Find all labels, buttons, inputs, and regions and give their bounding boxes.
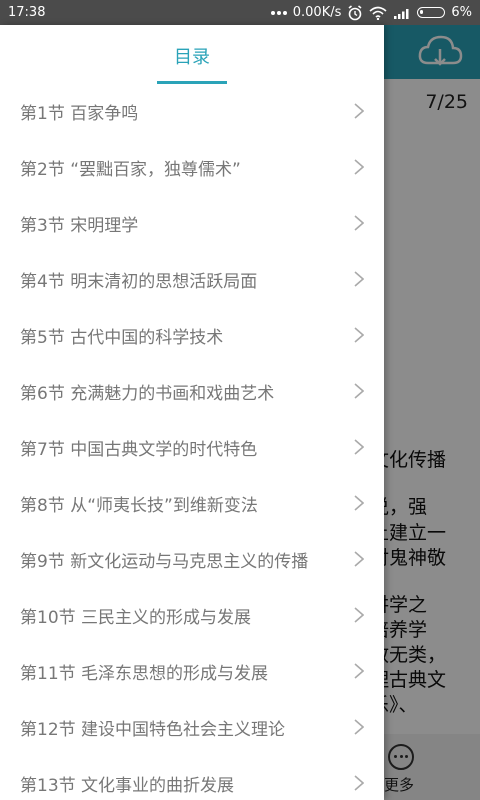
network-speed: 0.00K/s bbox=[292, 5, 342, 20]
drawer-header: 目录 bbox=[0, 25, 384, 84]
toc-item[interactable]: 第4节 明末清初的思想活跃局面 bbox=[0, 251, 384, 307]
toc-list: 第1节 百家争鸣 第2节 “罢黜百家，独尊儒术” 第3节 宋明理学 第4节 明末… bbox=[0, 83, 384, 800]
toc-item[interactable]: 第13节 文化事业的曲折发展 bbox=[0, 755, 384, 800]
toc-item[interactable]: 第10节 三民主义的形成与发展 bbox=[0, 587, 384, 643]
toc-item-label: 第8节 从“师夷长技”到维新变法 bbox=[20, 495, 258, 516]
chevron-right-icon bbox=[354, 103, 364, 119]
toc-item-label: 第7节 中国古典文学的时代特色 bbox=[20, 439, 258, 460]
chevron-right-icon bbox=[354, 159, 364, 175]
toc-item[interactable]: 第6节 充满魅力的书画和戏曲艺术 bbox=[0, 363, 384, 419]
chevron-right-icon bbox=[354, 495, 364, 511]
toc-item-label: 第5节 古代中国的科学技术 bbox=[20, 327, 224, 348]
battery-icon bbox=[417, 7, 446, 18]
toc-item-label: 第11节 毛泽东思想的形成与发展 bbox=[20, 663, 269, 684]
toc-item[interactable]: 第9节 新文化运动与马克思主义的传播 bbox=[0, 531, 384, 587]
toc-item-label: 第12节 建设中国特色社会主义理论 bbox=[20, 719, 286, 740]
toc-item-label: 第10节 三民主义的形成与发展 bbox=[20, 607, 252, 628]
toc-item-label: 第2节 “罢黜百家，独尊儒术” bbox=[20, 159, 241, 180]
toc-item[interactable]: 第8节 从“师夷长技”到维新变法 bbox=[0, 475, 384, 531]
cell-signal-icon bbox=[394, 8, 409, 19]
chevron-right-icon bbox=[354, 607, 364, 623]
toc-drawer: 目录 第1节 百家争鸣 第2节 “罢黜百家，独尊儒术” 第3节 宋明理学 第4节… bbox=[0, 25, 384, 800]
toc-item-label: 第4节 明末清初的思想活跃局面 bbox=[20, 271, 258, 292]
toc-item[interactable]: 第3节 宋明理学 bbox=[0, 195, 384, 251]
chevron-right-icon bbox=[354, 663, 364, 679]
status-bar: 17:38 0.00K/s 6% bbox=[0, 0, 480, 25]
toc-item[interactable]: 第7节 中国古典文学的时代特色 bbox=[0, 419, 384, 475]
status-icons: 0.00K/s 6% bbox=[270, 4, 472, 21]
toc-item-label: 第9节 新文化运动与马克思主义的传播 bbox=[20, 551, 309, 572]
toc-item[interactable]: 第1节 百家争鸣 bbox=[0, 83, 384, 139]
chevron-right-icon bbox=[354, 439, 364, 455]
toc-item[interactable]: 第12节 建设中国特色社会主义理论 bbox=[0, 699, 384, 755]
toc-item-label: 第13节 文化事业的曲折发展 bbox=[20, 775, 235, 796]
status-time: 17:38 bbox=[8, 5, 46, 20]
chevron-right-icon bbox=[354, 719, 364, 735]
signal-dots-icon bbox=[270, 10, 287, 15]
drawer-title[interactable]: 目录 bbox=[0, 43, 384, 69]
chevron-right-icon bbox=[354, 271, 364, 287]
chevron-right-icon bbox=[354, 551, 364, 567]
wifi-icon bbox=[369, 6, 387, 20]
toc-item[interactable]: 第5节 古代中国的科学技术 bbox=[0, 307, 384, 363]
toc-item[interactable]: 第2节 “罢黜百家，独尊儒术” bbox=[0, 139, 384, 195]
toc-item-label: 第1节 百家争鸣 bbox=[20, 103, 139, 124]
alarm-icon bbox=[348, 4, 362, 20]
chevron-right-icon bbox=[354, 383, 364, 399]
toc-item-label: 第6节 充满魅力的书画和戏曲艺术 bbox=[20, 383, 275, 404]
chevron-right-icon bbox=[354, 215, 364, 231]
toc-item-label: 第3节 宋明理学 bbox=[20, 215, 139, 236]
battery-percent: 6% bbox=[451, 5, 472, 20]
chevron-right-icon bbox=[354, 327, 364, 343]
chevron-right-icon bbox=[354, 775, 364, 791]
toc-item[interactable]: 第11节 毛泽东思想的形成与发展 bbox=[0, 643, 384, 699]
